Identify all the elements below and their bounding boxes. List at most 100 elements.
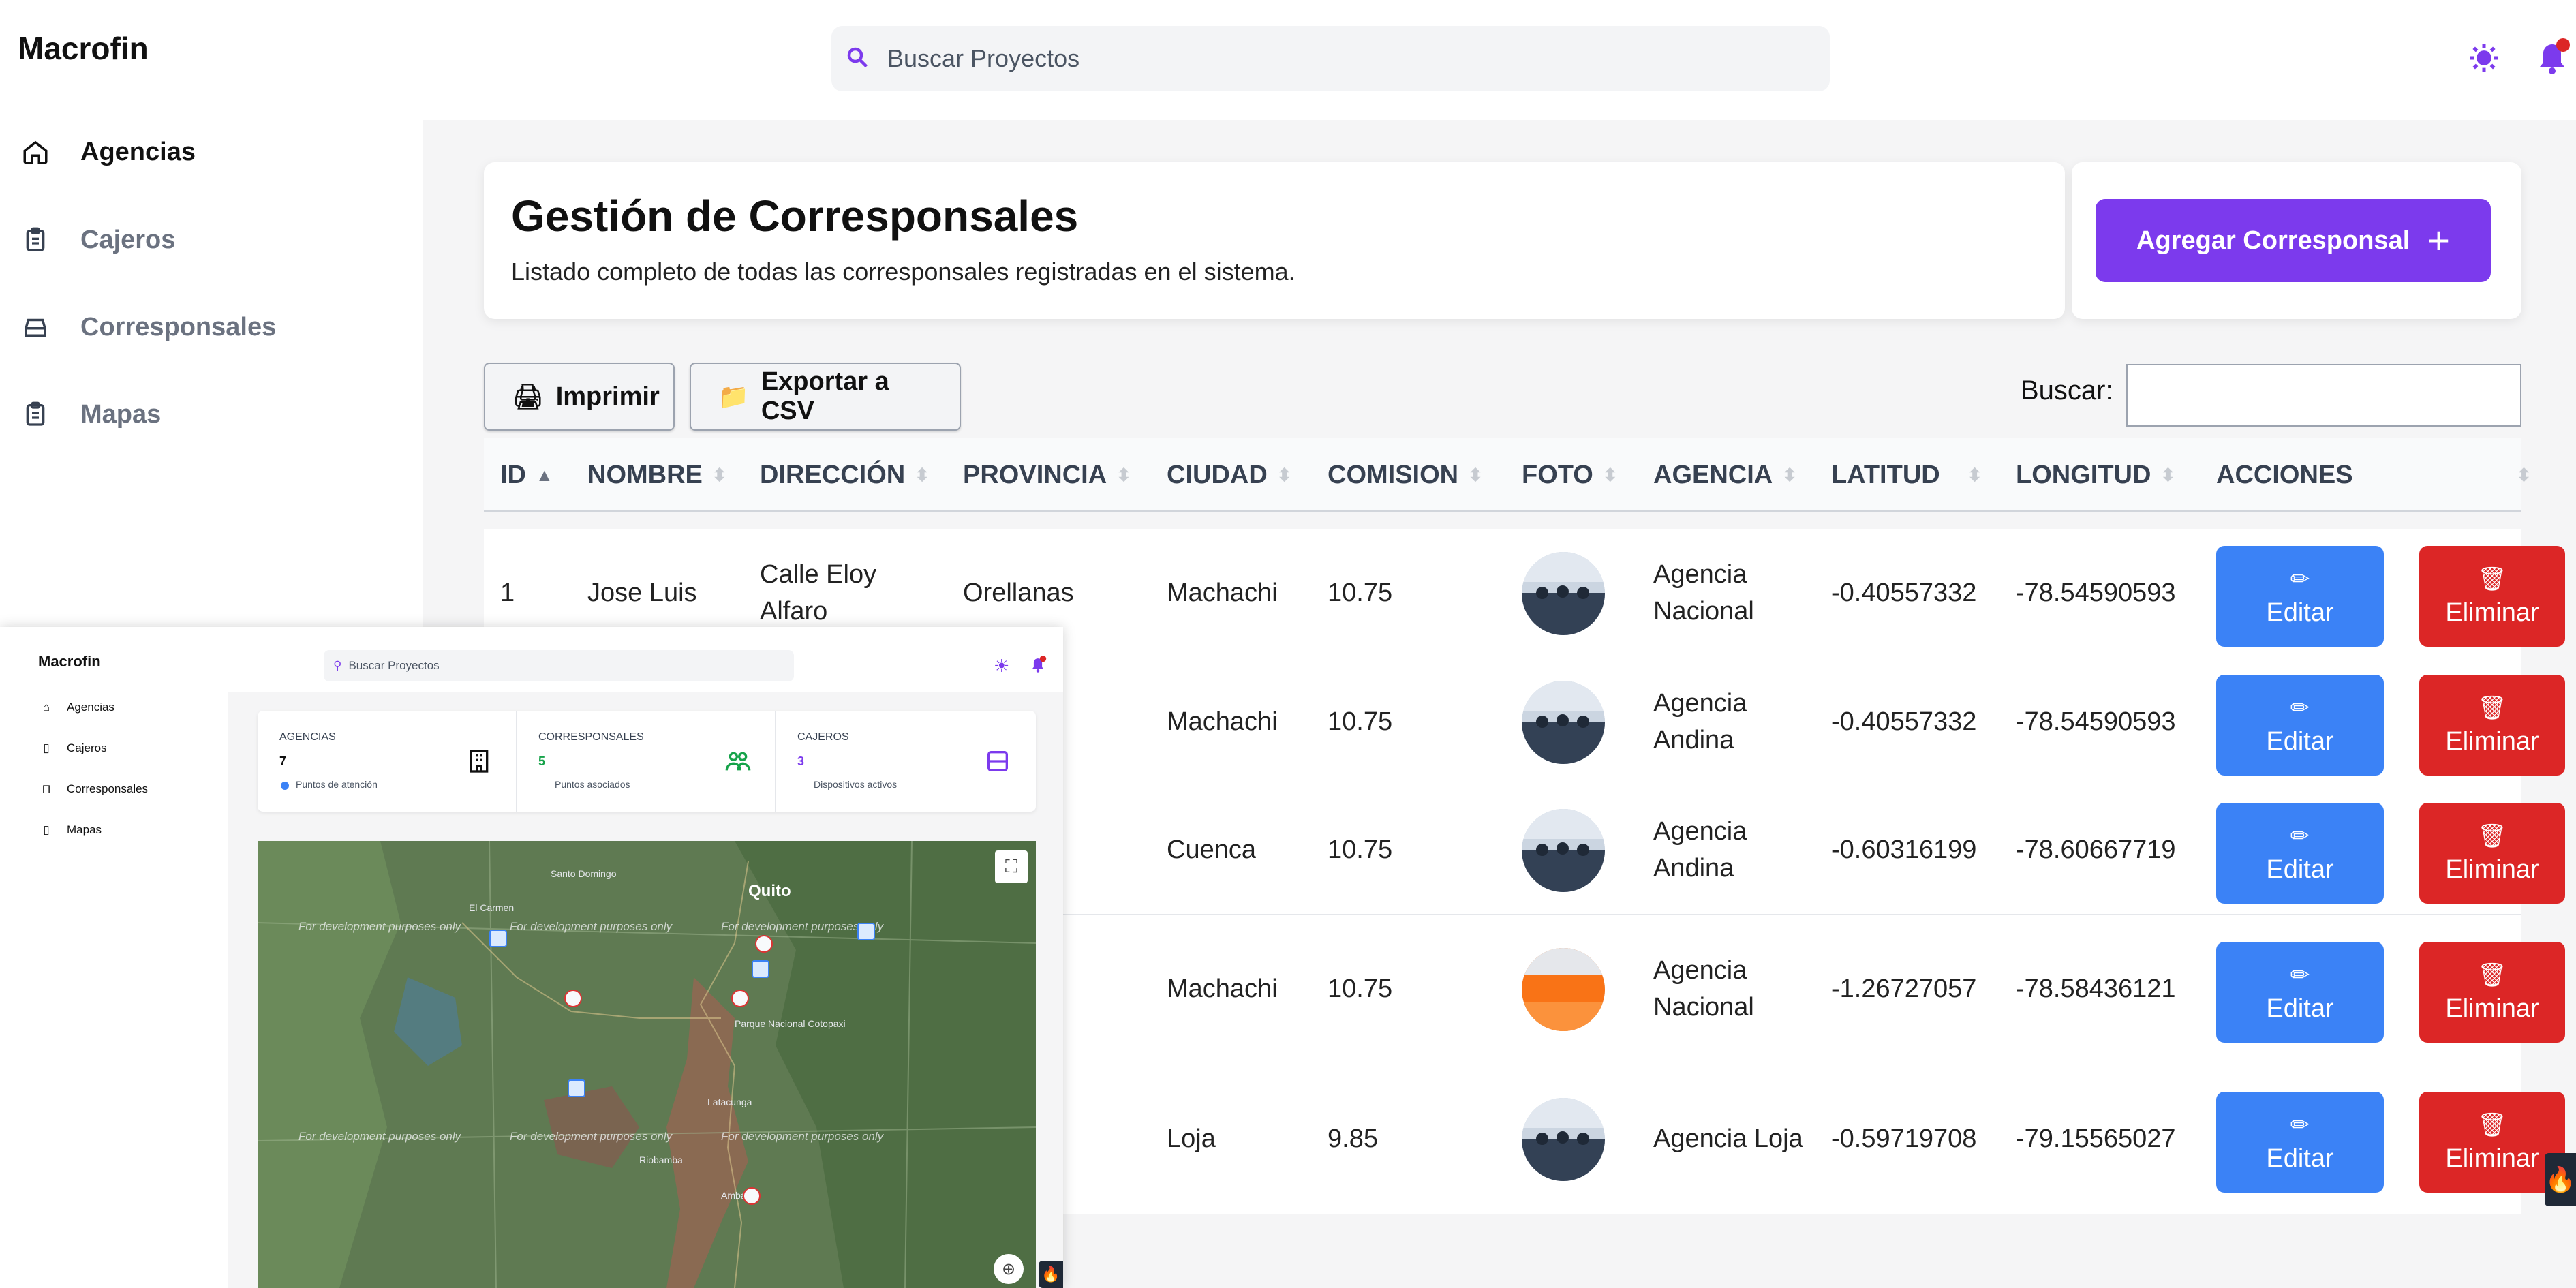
column-header-comision[interactable]: COMISION ⬍ [1328,438,1483,512]
fullscreen-icon[interactable]: ⛶ [995,850,1028,883]
clipboard-icon [18,397,53,432]
map-marker[interactable] [755,935,773,953]
map-marker[interactable] [743,1187,761,1205]
fire-icon[interactable]: 🔥 [2545,1153,2576,1206]
column-label: CIUDAD [1167,460,1268,489]
map-marker[interactable] [857,923,875,940]
sort-icon: ⬍ [1276,464,1292,485]
overlay-nav-mapas[interactable]: ▯ Mapas [38,822,102,838]
cell-longitud: -78.60667719 [2016,835,2176,864]
sidebar-item-cajeros[interactable]: Cajeros [18,213,175,267]
column-header-id[interactable]: ID ▲ [500,438,553,512]
delete-label: Eliminar [2445,994,2539,1023]
app-logo[interactable]: Macrofin [18,30,149,67]
overlay-nav-label: Mapas [67,823,102,836]
map-marker[interactable] [564,990,582,1007]
sort-icon: ⬍ [1468,464,1483,485]
map-marker[interactable] [489,930,507,947]
cell-agencia: Agencia Nacional [1653,956,1754,1022]
cell-comision: 10.75 [1328,578,1393,607]
sun-icon[interactable]: ☀ [994,657,1009,675]
column-label: DIRECCIÓN [760,460,906,489]
bell-icon[interactable] [1028,654,1048,675]
add-corresponsal-button[interactable]: Agregar Corresponsal + [2096,199,2491,282]
cell-agencia: Agencia Loja [1653,1124,1803,1153]
map-watermark: For development purposes only [298,1130,461,1143]
delete-label: Eliminar [2445,855,2539,884]
table-search-input[interactable] [2126,364,2521,427]
delete-button[interactable]: 🗑 Eliminar [2419,546,2565,647]
map-marker[interactable] [568,1079,585,1097]
sun-icon[interactable] [2467,41,2501,75]
stats-card: AGENCIAS 7 Puntos de atención CORRESPONS… [258,711,1036,812]
edit-button[interactable]: ✏ Editar [2216,1092,2384,1193]
cell-ciudad: Cuenca [1167,835,1256,864]
sidebar-item-agencias[interactable]: Agencias [18,125,196,179]
stat-value: 3 [797,754,805,768]
stat-cajeros: CAJEROS 3 Dispositivos activos [776,711,1034,812]
edit-label: Editar [2266,855,2334,884]
column-header-acciones[interactable]: ACCIONES ⬍ [2216,438,2531,512]
map-label: Parque Nacional Cotopaxi [735,1018,846,1029]
delete-button[interactable]: 🗑 Eliminar [2419,1092,2565,1193]
map-watermark: For development purposes only [510,1130,673,1143]
edit-label: Editar [2266,1144,2334,1173]
sidebar-item-corresponsales[interactable]: Corresponsales [18,300,276,354]
map-marker[interactable] [731,990,749,1007]
bell-icon[interactable] [2532,35,2573,79]
printer-icon: 🖨 [512,382,544,410]
edit-button[interactable]: ✏ Editar [2216,546,2384,647]
cell-ciudad: Loja [1167,1124,1216,1153]
print-button[interactable]: 🖨 Imprimir [484,363,675,431]
delete-label: Eliminar [2445,1144,2539,1173]
column-label: AGENCIA [1653,460,1773,489]
map-label: Santo Domingo [551,868,617,879]
trash-icon: 🗑 [2477,823,2507,849]
delete-button[interactable]: 🗑 Eliminar [2419,803,2565,904]
edit-button[interactable]: ✏ Editar [2216,942,2384,1043]
sidebar-item-label: Cajeros [80,225,176,254]
trash-icon: 🗑 [2477,1111,2507,1138]
cell-ciudad: Machachi [1167,974,1278,1003]
overlay-nav-agencias[interactable]: ⌂ Agencias [38,699,114,716]
fire-icon[interactable]: 🔥 [1039,1261,1063,1288]
edit-button[interactable]: ✏ Editar [2216,675,2384,776]
column-header-direccion[interactable]: DIRECCIÓN ⬍ [760,438,930,512]
cell-latitud: -0.40557332 [1831,578,1977,607]
column-header-nombre[interactable]: NOMBRE ⬍ [587,438,727,512]
overlay-logo: Macrofin [38,653,101,670]
column-header-provincia[interactable]: PROVINCIA ⬍ [963,438,1131,512]
cell-ciudad: Machachi [1167,707,1278,736]
overlay-search-input[interactable]: ⚲ Buscar Proyectos [324,650,794,681]
cell-longitud: -79.15565027 [2016,1124,2176,1153]
agent-photo [1522,809,1605,892]
sort-icon: ⬍ [1782,464,1798,485]
column-header-foto[interactable]: FOTO ⬍ [1522,438,1618,512]
search-input[interactable]: Buscar Proyectos [831,26,1830,91]
overlay-nav-cajeros[interactable]: ▯ Cajeros [38,740,106,756]
home-icon: ⌂ [42,701,50,714]
export-csv-button[interactable]: 📁 Exportar a CSV [690,363,961,431]
delete-button[interactable]: 🗑 Eliminar [2419,942,2565,1043]
top-bar: Buscar Proyectos [423,0,2576,119]
inbox-icon [18,309,53,345]
delete-button[interactable]: 🗑 Eliminar [2419,675,2565,776]
column-header-latitud[interactable]: LATITUD ⬍ [1831,438,1982,512]
edit-button[interactable]: ✏ Editar [2216,803,2384,904]
column-header-longitud[interactable]: LONGITUD ⬍ [2016,438,2175,512]
column-header-ciudad[interactable]: CIUDAD ⬍ [1167,438,1292,512]
map-view[interactable]: Quito Santo Domingo El Carmen Parque Nac… [258,841,1036,1288]
map-label: Riobamba [639,1154,683,1165]
column-header-agencia[interactable]: AGENCIA ⬍ [1653,438,1797,512]
stat-title: CORRESPONSALES [538,731,644,743]
overlay-nav-corresponsales[interactable]: ⊓ Corresponsales [38,781,148,797]
search-placeholder: Buscar Proyectos [887,44,1080,72]
map-marker[interactable] [752,960,769,978]
trash-icon: 🗑 [2477,566,2507,592]
column-label: ACCIONES [2216,460,2353,489]
recenter-icon[interactable]: ⊕ [994,1254,1024,1284]
cell-latitud: -0.59719708 [1831,1124,1977,1153]
cell-longitud: -78.54590593 [2016,578,2176,607]
sidebar-item-mapas[interactable]: Mapas [18,387,161,442]
map-label: Quito [748,882,791,900]
